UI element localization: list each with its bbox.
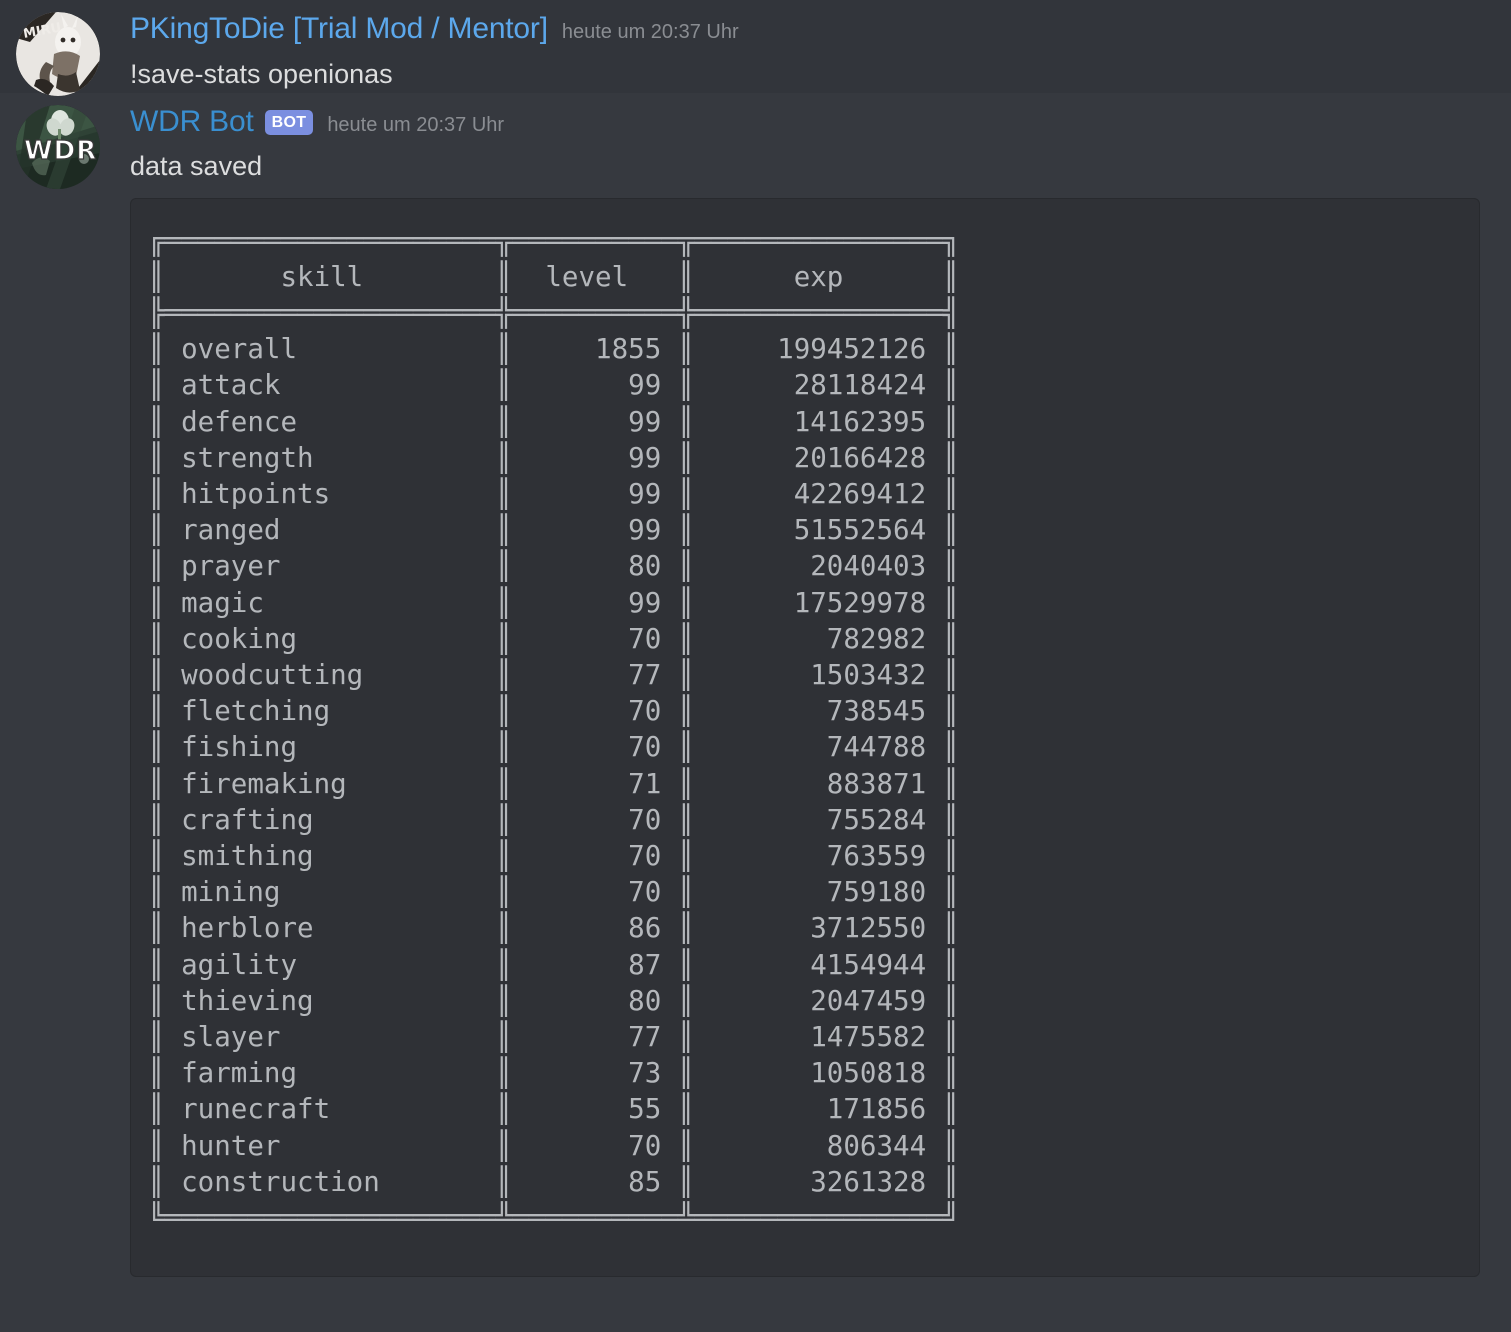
discord-chat-log: MIRU PKingToDie [Trial Mod / Mentor] heu… xyxy=(0,0,1511,1332)
message-content: data saved xyxy=(130,151,263,182)
message-user[interactable]: MIRU PKingToDie [Trial Mod / Mentor] heu… xyxy=(0,0,1511,96)
message-header: WDR Bot BOT heute um 20:37 Uhr xyxy=(130,103,1487,141)
message-header: PKingToDie [Trial Mod / Mentor] heute um… xyxy=(130,10,1487,48)
avatar-pkingtodie[interactable]: MIRU xyxy=(16,12,100,96)
bot-badge: BOT xyxy=(264,109,314,135)
message-timestamp: heute um 20:37 Uhr xyxy=(561,21,739,43)
stats-table-ascii: ╔════════════════════╦══════════╦═══════… xyxy=(148,224,960,1234)
chat-bottom-spacer xyxy=(0,1277,1511,1318)
message-author[interactable]: PKingToDie [Trial Mod / Mentor] xyxy=(130,10,548,48)
message-content: !save-stats openionas xyxy=(130,58,393,89)
avatar-wdr-bot[interactable]: WDR xyxy=(16,104,100,189)
message-timestamp: heute um 20:37 Uhr xyxy=(327,113,505,136)
message-bot[interactable]: WDR WDR Bot BOT heute um 20:37 Uhr data … xyxy=(0,93,1511,1278)
svg-text:WDR: WDR xyxy=(24,136,97,166)
code-block: ╔════════════════════╦══════════╦═══════… xyxy=(130,197,1480,1278)
message-author[interactable]: WDR Bot xyxy=(130,103,254,141)
